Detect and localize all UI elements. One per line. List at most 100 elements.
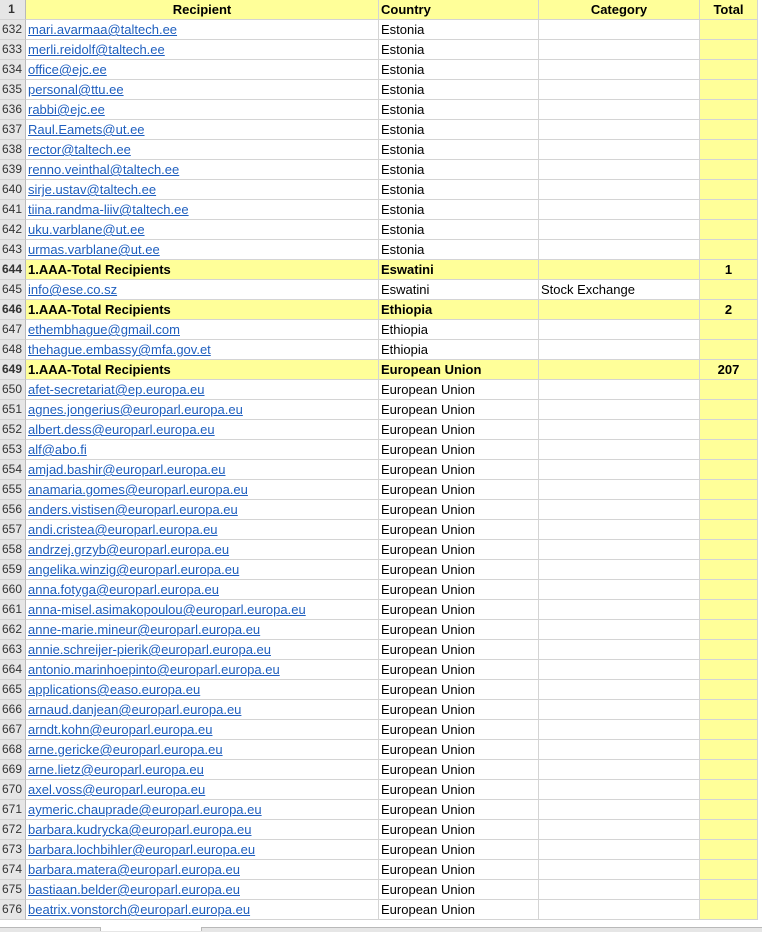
recipient-cell[interactable]: uku.varblane@ut.ee bbox=[26, 220, 379, 240]
category-cell[interactable] bbox=[539, 360, 700, 380]
email-link[interactable]: uku.varblane@ut.ee bbox=[28, 222, 145, 237]
total-cell[interactable] bbox=[700, 180, 758, 200]
category-cell[interactable] bbox=[539, 300, 700, 320]
total-cell[interactable] bbox=[700, 100, 758, 120]
row-number[interactable]: 659 bbox=[0, 560, 26, 580]
recipient-cell[interactable]: urmas.varblane@ut.ee bbox=[26, 240, 379, 260]
category-cell[interactable] bbox=[539, 680, 700, 700]
total-cell[interactable]: 2 bbox=[700, 300, 758, 320]
recipient-cell[interactable]: info@ese.co.sz bbox=[26, 280, 379, 300]
total-cell[interactable] bbox=[700, 720, 758, 740]
row-number[interactable]: 1 bbox=[0, 0, 26, 20]
email-link[interactable]: agnes.jongerius@europarl.europa.eu bbox=[28, 402, 243, 417]
recipient-cell[interactable]: amjad.bashir@europarl.europa.eu bbox=[26, 460, 379, 480]
recipient-cell[interactable]: applications@easo.europa.eu bbox=[26, 680, 379, 700]
total-cell[interactable] bbox=[700, 400, 758, 420]
row-number[interactable]: 645 bbox=[0, 280, 26, 300]
country-cell[interactable]: European Union bbox=[379, 620, 539, 640]
row-number[interactable]: 657 bbox=[0, 520, 26, 540]
category-cell[interactable] bbox=[539, 640, 700, 660]
row-number[interactable]: 652 bbox=[0, 420, 26, 440]
country-cell[interactable]: European Union bbox=[379, 680, 539, 700]
country-cell[interactable]: European Union bbox=[379, 760, 539, 780]
email-link[interactable]: arne.lietz@europarl.europa.eu bbox=[28, 762, 204, 777]
category-cell[interactable] bbox=[539, 60, 700, 80]
email-link[interactable]: arne.gericke@europarl.europa.eu bbox=[28, 742, 223, 757]
row-number[interactable]: 661 bbox=[0, 600, 26, 620]
recipient-cell[interactable]: bastiaan.belder@europarl.europa.eu bbox=[26, 880, 379, 900]
category-cell[interactable] bbox=[539, 560, 700, 580]
email-link[interactable]: applications@easo.europa.eu bbox=[28, 682, 200, 697]
country-cell[interactable]: Estonia bbox=[379, 120, 539, 140]
category-cell[interactable] bbox=[539, 820, 700, 840]
row-number[interactable]: 638 bbox=[0, 140, 26, 160]
email-link[interactable]: arndt.kohn@europarl.europa.eu bbox=[28, 722, 213, 737]
row-number[interactable]: 633 bbox=[0, 40, 26, 60]
row-number[interactable]: 637 bbox=[0, 120, 26, 140]
category-cell[interactable] bbox=[539, 860, 700, 880]
row-number[interactable]: 636 bbox=[0, 100, 26, 120]
total-cell[interactable] bbox=[700, 600, 758, 620]
category-cell[interactable] bbox=[539, 20, 700, 40]
row-number[interactable]: 644 bbox=[0, 260, 26, 280]
category-cell[interactable] bbox=[539, 420, 700, 440]
category-cell[interactable] bbox=[539, 840, 700, 860]
country-cell[interactable]: European Union bbox=[379, 700, 539, 720]
recipient-cell[interactable]: arndt.kohn@europarl.europa.eu bbox=[26, 720, 379, 740]
row-number[interactable]: 640 bbox=[0, 180, 26, 200]
recipient-cell[interactable]: ethembhague@gmail.com bbox=[26, 320, 379, 340]
category-cell[interactable] bbox=[539, 460, 700, 480]
country-cell[interactable]: European Union bbox=[379, 580, 539, 600]
row-number[interactable]: 655 bbox=[0, 480, 26, 500]
row-number[interactable]: 665 bbox=[0, 680, 26, 700]
category-cell[interactable] bbox=[539, 520, 700, 540]
row-number[interactable]: 658 bbox=[0, 540, 26, 560]
recipient-cell[interactable]: mari.avarmaa@taltech.ee bbox=[26, 20, 379, 40]
total-cell[interactable]: 207 bbox=[700, 360, 758, 380]
email-link[interactable]: rabbi@ejc.ee bbox=[28, 102, 105, 117]
row-number[interactable]: 664 bbox=[0, 660, 26, 680]
recipient-cell[interactable]: alf@abo.fi bbox=[26, 440, 379, 460]
email-link[interactable]: urmas.varblane@ut.ee bbox=[28, 242, 160, 257]
category-cell[interactable] bbox=[539, 180, 700, 200]
recipient-cell[interactable]: 1.AAA-Total Recipients bbox=[26, 260, 379, 280]
country-cell[interactable]: Eswatini bbox=[379, 260, 539, 280]
country-cell[interactable]: European Union bbox=[379, 720, 539, 740]
total-cell[interactable] bbox=[700, 780, 758, 800]
country-cell[interactable]: European Union bbox=[379, 380, 539, 400]
row-number[interactable]: 673 bbox=[0, 840, 26, 860]
email-link[interactable]: bastiaan.belder@europarl.europa.eu bbox=[28, 882, 240, 897]
country-cell[interactable]: European Union bbox=[379, 400, 539, 420]
email-link[interactable]: renno.veinthal@taltech.ee bbox=[28, 162, 179, 177]
row-number[interactable]: 670 bbox=[0, 780, 26, 800]
total-cell[interactable] bbox=[700, 660, 758, 680]
category-cell[interactable] bbox=[539, 40, 700, 60]
total-cell[interactable] bbox=[700, 900, 758, 920]
row-number[interactable]: 671 bbox=[0, 800, 26, 820]
category-cell[interactable] bbox=[539, 740, 700, 760]
country-cell[interactable]: European Union bbox=[379, 900, 539, 920]
row-number[interactable]: 666 bbox=[0, 700, 26, 720]
row-number[interactable]: 635 bbox=[0, 80, 26, 100]
country-cell[interactable]: European Union bbox=[379, 520, 539, 540]
total-cell[interactable] bbox=[700, 740, 758, 760]
country-cell[interactable]: European Union bbox=[379, 640, 539, 660]
email-link[interactable]: arnaud.danjean@europarl.europa.eu bbox=[28, 702, 241, 717]
total-cell[interactable] bbox=[700, 340, 758, 360]
email-link[interactable]: office@ejc.ee bbox=[28, 62, 107, 77]
total-cell[interactable] bbox=[700, 620, 758, 640]
country-cell[interactable]: Eswatini bbox=[379, 280, 539, 300]
category-cell[interactable] bbox=[539, 540, 700, 560]
email-link[interactable]: anna.fotyga@europarl.europa.eu bbox=[28, 582, 219, 597]
email-link[interactable]: merli.reidolf@taltech.ee bbox=[28, 42, 165, 57]
total-cell[interactable] bbox=[700, 40, 758, 60]
email-link[interactable]: albert.dess@europarl.europa.eu bbox=[28, 422, 215, 437]
total-cell[interactable] bbox=[700, 60, 758, 80]
row-number[interactable]: 672 bbox=[0, 820, 26, 840]
email-link[interactable]: barbara.matera@europarl.europa.eu bbox=[28, 862, 240, 877]
recipient-cell[interactable]: personal@ttu.ee bbox=[26, 80, 379, 100]
email-link[interactable]: Raul.Eamets@ut.ee bbox=[28, 122, 145, 137]
recipient-cell[interactable]: axel.voss@europarl.europa.eu bbox=[26, 780, 379, 800]
country-cell[interactable]: Estonia bbox=[379, 100, 539, 120]
country-cell[interactable]: European Union bbox=[379, 800, 539, 820]
